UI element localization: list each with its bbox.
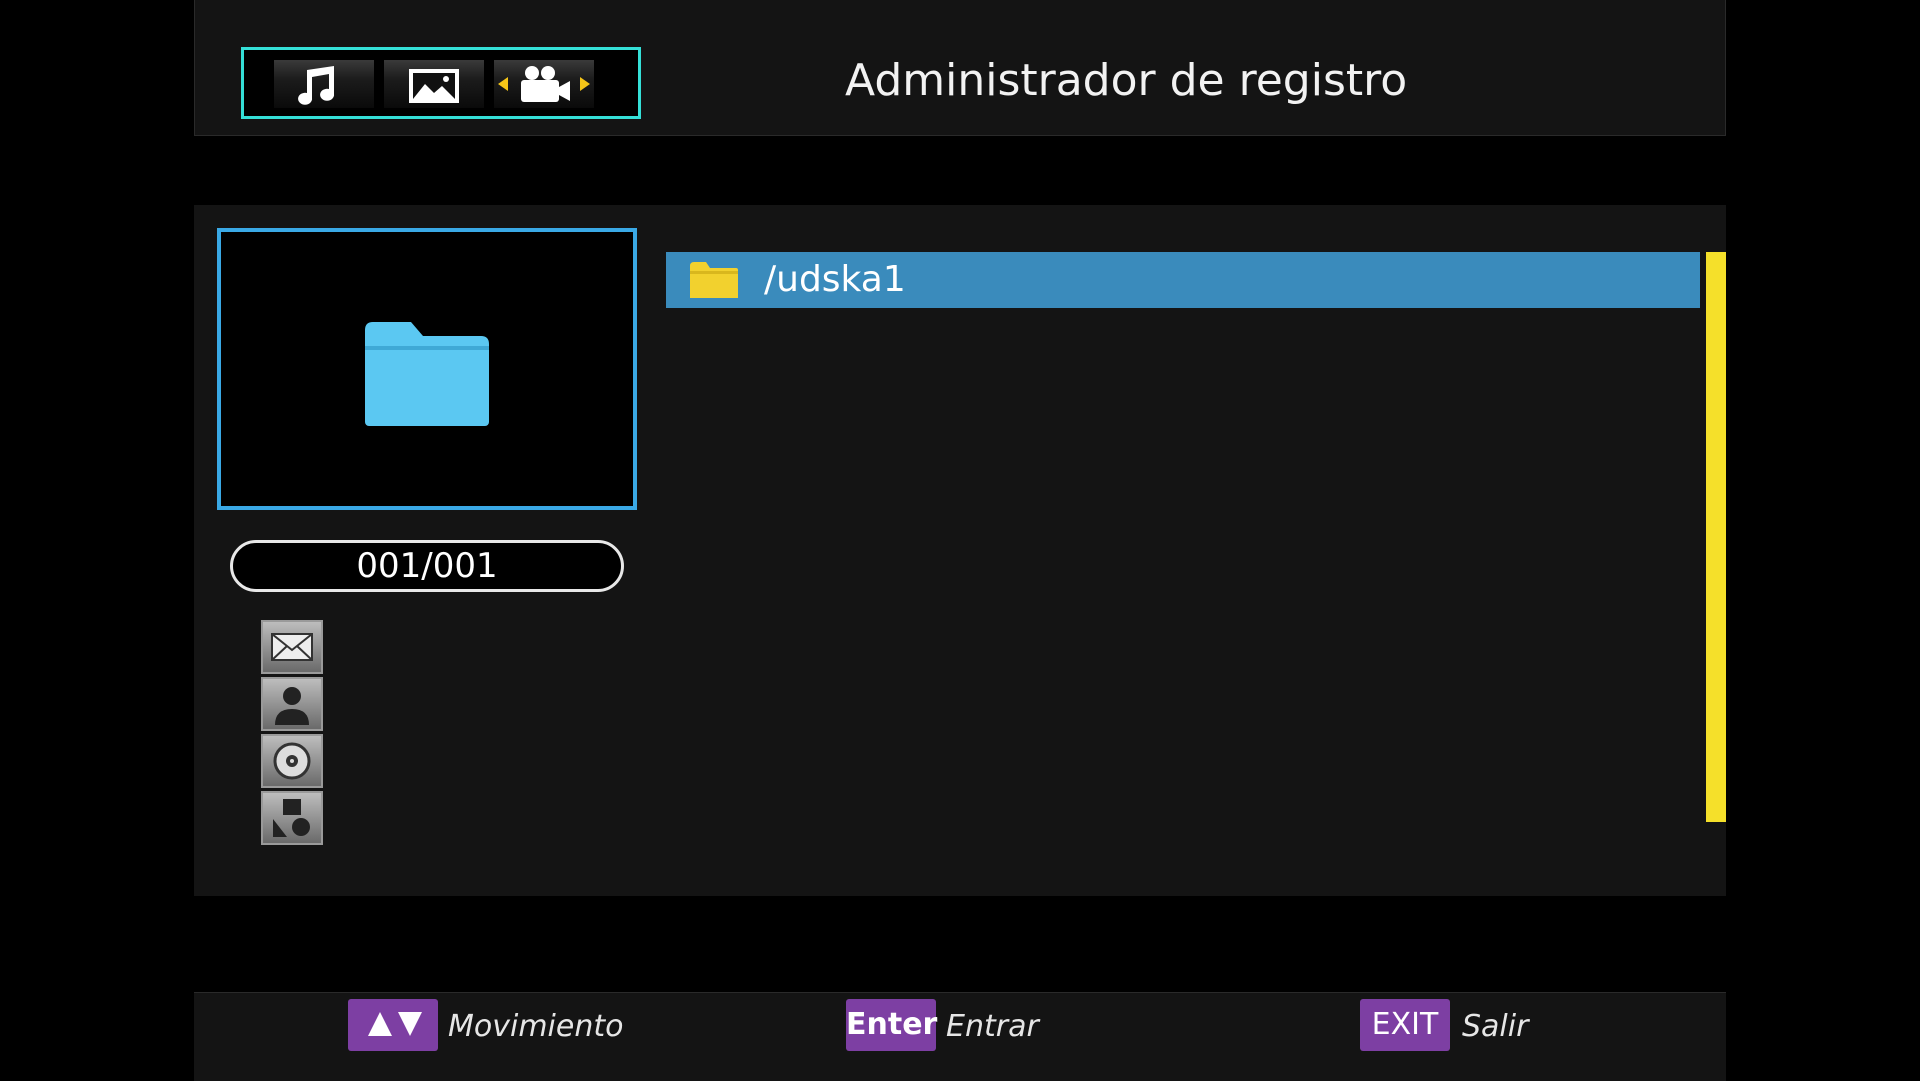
enter-key-label: Enter xyxy=(846,1007,938,1042)
tab-video[interactable] xyxy=(494,60,594,108)
enter-key[interactable]: Enter xyxy=(846,999,938,1051)
up-down-key[interactable] xyxy=(348,999,438,1051)
disc-icon xyxy=(273,742,311,780)
sort-button-disc[interactable] xyxy=(261,734,323,788)
page-counter: 001/001 xyxy=(230,540,624,592)
music-note-icon xyxy=(298,66,335,105)
header-bar: Administrador de registro xyxy=(194,0,1726,136)
exit-key[interactable]: EXIT xyxy=(1360,999,1450,1051)
file-browser-panel: 001/001 /udska1 xyxy=(194,205,1726,896)
exit-key-label: EXIT xyxy=(1371,1007,1439,1042)
file-list-item[interactable]: /udska1 xyxy=(666,252,1700,308)
envelope-icon xyxy=(271,633,313,661)
up-down-arrows-icon xyxy=(368,1012,422,1036)
page-title: Administrador de registro xyxy=(845,55,1408,106)
file-name: /udska1 xyxy=(764,259,906,300)
folder-icon xyxy=(365,322,489,426)
tab-photo[interactable] xyxy=(384,60,484,108)
enter-hint: Entrar xyxy=(946,1009,1039,1044)
shapes-icon xyxy=(273,799,310,837)
video-camera-icon xyxy=(498,66,590,102)
move-hint: Movimiento xyxy=(448,1009,624,1044)
tab-music[interactable] xyxy=(274,60,374,108)
person-icon xyxy=(275,687,309,725)
exit-hint: Salir xyxy=(1462,1009,1529,1044)
footer-bar: Movimiento Enter Entrar EXIT Salir xyxy=(194,992,1726,1081)
preview-box xyxy=(217,228,637,510)
sort-button-mail[interactable] xyxy=(261,620,323,674)
sort-button-shapes[interactable] xyxy=(261,791,323,845)
picture-icon xyxy=(409,69,459,103)
sort-button-person[interactable] xyxy=(261,677,323,731)
media-type-tabs xyxy=(241,47,641,119)
scrollbar[interactable] xyxy=(1706,252,1726,822)
folder-icon xyxy=(690,262,738,298)
